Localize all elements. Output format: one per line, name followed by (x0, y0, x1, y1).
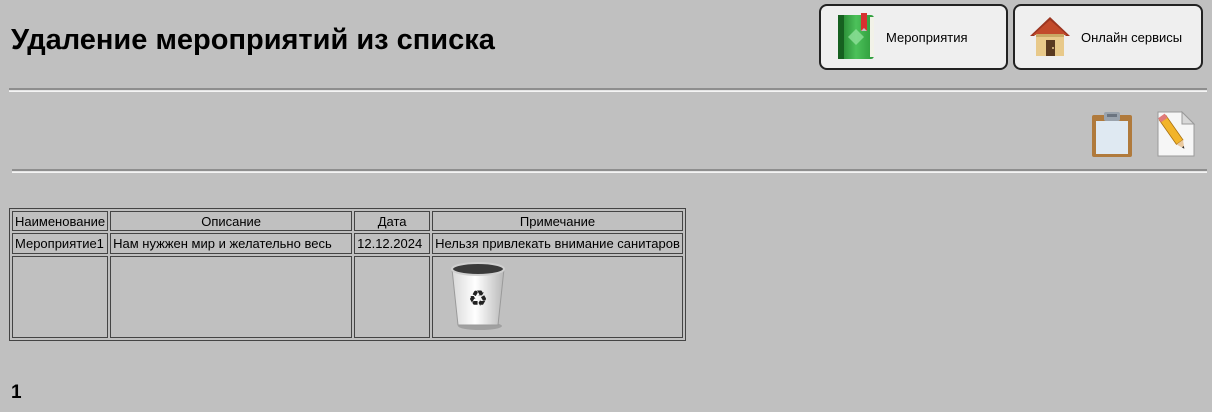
online-services-button-label: Онлайн сервисы (1081, 29, 1183, 45)
column-header-note: Примечание (432, 211, 683, 231)
svg-text:♻: ♻ (468, 287, 488, 312)
cell-note: Нельзя привлекать внимание санитаров (432, 233, 683, 254)
cell-name: Мероприятие1 (12, 233, 109, 254)
empty-cell (354, 256, 431, 338)
empty-cell (110, 256, 353, 338)
table-row[interactable]: Мероприятие1 Нам нужжен мир и желательно… (12, 233, 683, 254)
top-divider (9, 88, 1207, 92)
cell-description: Нам нужжен мир и желательно весь (110, 233, 353, 254)
column-header-name: Наименование (12, 211, 109, 231)
online-services-button[interactable]: Онлайн сервисы (1013, 4, 1203, 70)
toolbar-divider (12, 169, 1207, 173)
column-header-description: Описание (110, 211, 353, 231)
delete-cell: ♻ (432, 256, 683, 338)
edit-document-icon[interactable] (1154, 110, 1196, 158)
table-row-actions: ♻ (12, 256, 683, 338)
events-button[interactable]: Мероприятия (819, 4, 1008, 70)
events-button-label: Мероприятия (886, 29, 968, 45)
table-header-row: Наименование Описание Дата Примечание (12, 211, 683, 231)
page-title: Удаление мероприятий из списка (11, 24, 495, 56)
recycle-bin-icon[interactable]: ♻ (449, 261, 507, 331)
clipboard-icon[interactable] (1090, 111, 1134, 159)
column-header-date: Дата (354, 211, 431, 231)
book-icon (834, 11, 878, 63)
empty-cell (12, 256, 109, 338)
cell-date: 12.12.2024 (354, 233, 431, 254)
house-icon (1027, 14, 1073, 60)
events-table: Наименование Описание Дата Примечание Ме… (9, 208, 686, 341)
pagination-current-page[interactable]: 1 (11, 382, 22, 404)
